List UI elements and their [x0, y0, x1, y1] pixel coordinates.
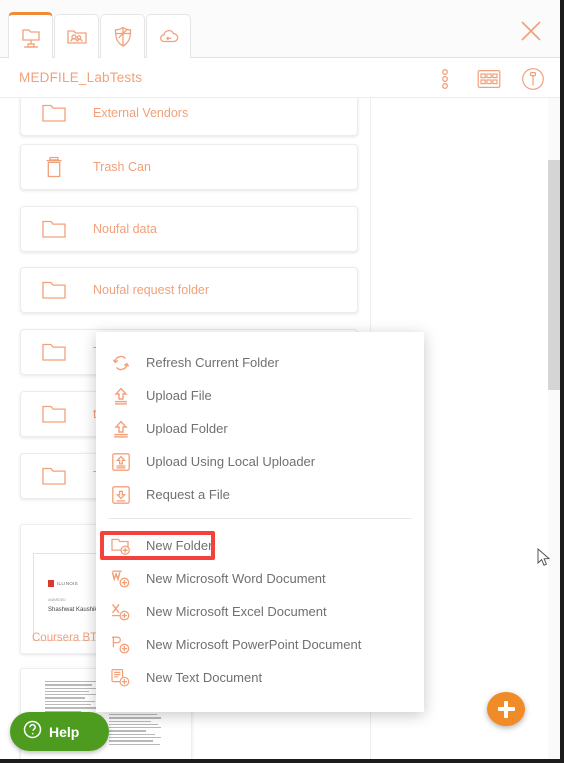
folder-computer-icon: [18, 24, 44, 50]
menu-item-label: Request a File: [146, 487, 230, 502]
folder-icon: [37, 341, 71, 363]
brand-mark-icon: [48, 580, 54, 587]
tab-secure[interactable]: [100, 14, 145, 58]
folder-users-icon: [64, 24, 90, 50]
tab-files[interactable]: [8, 12, 53, 58]
list-item[interactable]: Trash Can: [20, 144, 358, 190]
tab-bar: [0, 0, 560, 58]
upload-folder-icon: [106, 419, 136, 439]
menu-item-refresh-current-folder[interactable]: Refresh Current Folder: [96, 346, 424, 379]
upload-file-icon: [106, 386, 136, 406]
list-item[interactable]: Noufal data: [20, 206, 358, 252]
list-item[interactable]: Noufal request folder: [20, 267, 358, 313]
menu-item-label: New Microsoft Word Document: [146, 571, 326, 586]
breadcrumb-header: MEDFILE_LabTests: [0, 58, 560, 98]
upload-local-icon: [106, 452, 136, 472]
folder-icon: [37, 218, 71, 240]
add-button[interactable]: [487, 692, 525, 726]
menu-item-new-text-document[interactable]: New Text Document: [96, 661, 424, 694]
menu-item-label: New Microsoft PowerPoint Document: [146, 637, 362, 652]
menu-divider: [108, 518, 412, 519]
folder-icon: [37, 403, 71, 425]
scrollbar-thumb[interactable]: [548, 160, 560, 390]
menu-item-label: New Microsoft Excel Document: [146, 604, 327, 619]
page-title: MEDFILE_LabTests: [19, 70, 143, 85]
help-button[interactable]: Help: [10, 712, 109, 751]
file-tile-caption: Coursera BTZ: [32, 632, 105, 644]
thumbnail-recipient: Shashwat Kaushik: [48, 607, 98, 613]
menu-item-upload-folder[interactable]: Upload Folder: [96, 412, 424, 445]
brand-name: ILLINOIS: [57, 581, 78, 586]
menu-item-label: New Folder: [146, 538, 213, 553]
menu-item-label: Upload Using Local Uploader: [146, 454, 316, 469]
file-manager-window: MEDFILE_LabTests External Vendors Trash …: [0, 0, 564, 763]
folder-icon: [37, 465, 71, 487]
tab-cloud[interactable]: [146, 14, 191, 58]
help-label: Help: [49, 723, 80, 740]
list-item-label: Noufal request folder: [93, 283, 210, 297]
list-item-label: Noufal data: [93, 222, 157, 236]
menu-item-new-microsoft-word-document[interactable]: New Microsoft Word Document: [96, 562, 424, 595]
folder-icon: [37, 102, 71, 124]
mouse-cursor: [537, 547, 551, 573]
thumbnail-brand: ILLINOIS: [48, 580, 78, 587]
menu-item-new-microsoft-powerpoint-document[interactable]: New Microsoft PowerPoint Document: [96, 628, 424, 661]
new-powerpoint-icon: [106, 635, 136, 655]
menu-item-label: New Text Document: [146, 670, 263, 685]
menu-item-new-folder[interactable]: New Folder: [96, 529, 424, 562]
menu-item-upload-file[interactable]: Upload File: [96, 379, 424, 412]
list-item[interactable]: External Vendors: [20, 98, 358, 136]
menu-item-label: Refresh Current Folder: [146, 355, 279, 370]
shield-icon: [110, 24, 136, 50]
menu-item-new-microsoft-excel-document[interactable]: New Microsoft Excel Document: [96, 595, 424, 628]
new-folder-icon: [106, 536, 136, 556]
grid-view-icon[interactable]: [476, 66, 502, 92]
plus-icon: [497, 700, 515, 718]
list-item-label: Trash Can: [93, 160, 151, 174]
close-window-button[interactable]: [516, 16, 546, 46]
info-icon[interactable]: [520, 66, 546, 92]
cloud-sync-icon: [156, 24, 182, 50]
context-menu: Refresh Current Folder Upload File Uploa…: [96, 332, 424, 712]
window-bottom-edge: [0, 759, 564, 763]
new-text-icon: [106, 668, 136, 688]
menu-item-label: Upload File: [146, 388, 212, 403]
folder-icon: [37, 279, 71, 301]
trash-icon: [37, 155, 71, 179]
menu-item-request-a-file[interactable]: Request a File: [96, 478, 424, 511]
menu-item-upload-using-local-uploader[interactable]: Upload Using Local Uploader: [96, 445, 424, 478]
refresh-icon: [106, 353, 136, 373]
close-icon: [516, 21, 546, 50]
new-word-icon: [106, 569, 136, 589]
header-actions: [432, 66, 546, 92]
request-file-icon: [106, 485, 136, 505]
more-vertical-icon[interactable]: [432, 66, 458, 92]
window-right-edge: [560, 0, 564, 763]
tab-shared[interactable]: [54, 14, 99, 58]
thumbnail-subtext: AWARDED: [48, 598, 66, 602]
list-item-label: External Vendors: [93, 106, 189, 120]
question-circle-icon: [23, 720, 42, 744]
menu-item-label: Upload Folder: [146, 421, 228, 436]
new-excel-icon: [106, 602, 136, 622]
